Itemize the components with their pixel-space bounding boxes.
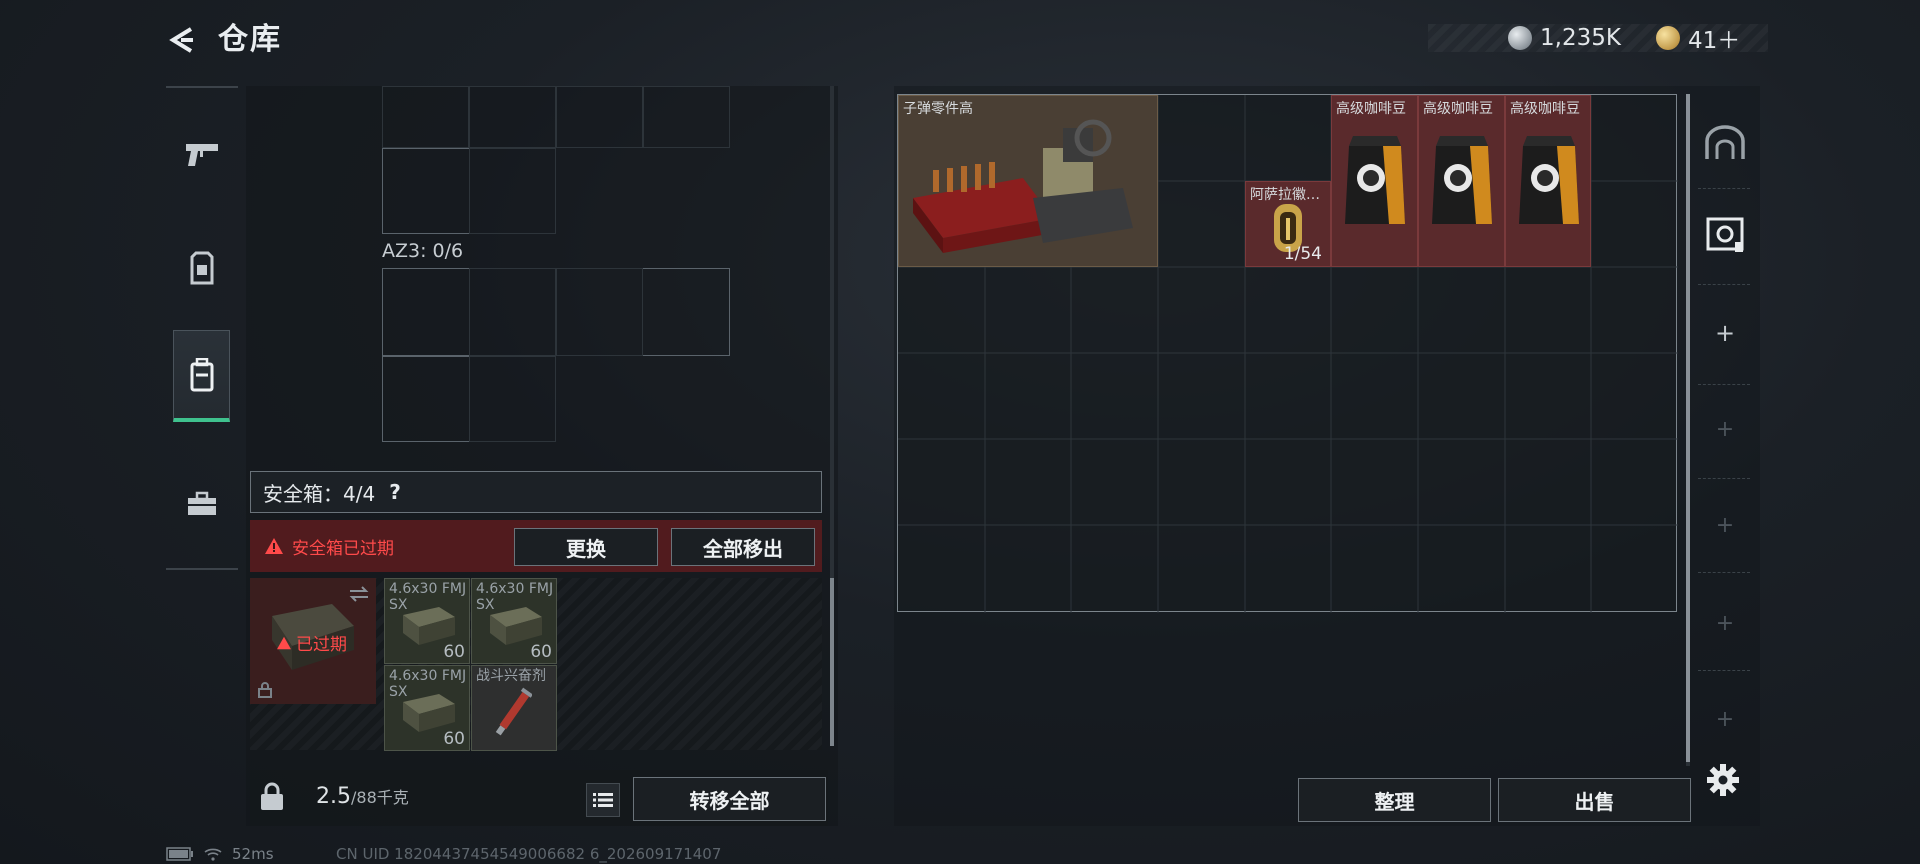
coffee-bag-icon: [1519, 136, 1579, 224]
expired-badge: 已过期: [296, 635, 347, 655]
add-storage-button[interactable]: +: [1700, 404, 1750, 454]
status-bar: 52ms: [166, 845, 274, 863]
ammo-slot[interactable]: 4.6x30 FMJ SX 60: [471, 578, 557, 664]
back-button[interactable]: [160, 18, 204, 62]
item-name: 子弹零件高: [903, 101, 973, 117]
settings-button[interactable]: [1703, 760, 1743, 800]
ammo-count: 60: [443, 642, 465, 662]
ping-text: 52ms: [232, 845, 274, 863]
gold-amount: 41＋: [1688, 28, 1741, 54]
transfer-all-button[interactable]: 转移全部: [633, 777, 826, 821]
bullet-parts-icon: [913, 119, 1133, 253]
add-storage-button[interactable]: +: [1700, 308, 1750, 358]
gear-icon: [1707, 764, 1739, 796]
storage-tab-main[interactable]: [1700, 118, 1750, 168]
currency-silver: 1,235K: [1508, 22, 1621, 54]
replace-button[interactable]: 更换: [514, 528, 658, 566]
help-icon[interactable]: ?: [389, 480, 401, 504]
silver-coin-icon: [1508, 26, 1532, 50]
lock-icon: [258, 682, 272, 698]
coffee-bag-icon: [1432, 136, 1492, 224]
ammo-count: 60: [530, 642, 552, 662]
safe-box-header: 安全箱：4/4 ?: [250, 471, 822, 513]
add-storage-button[interactable]: +: [1700, 500, 1750, 550]
ammo-name: 4.6x30 FMJ SX: [476, 581, 554, 613]
list-view-button[interactable]: [586, 783, 620, 817]
az3-label: AZ3: 0/6: [382, 240, 464, 262]
ammo-name: 4.6x30 FMJ SX: [389, 668, 467, 700]
page-title: 仓库: [218, 22, 282, 57]
storage-item-bullet-parts[interactable]: 子弹零件高: [898, 95, 1158, 267]
armor-vest-icon: [190, 251, 214, 285]
list-icon: [593, 793, 613, 807]
wifi-icon: [204, 848, 222, 861]
ammo-slot[interactable]: 4.6x30 FMJ SX 60: [384, 578, 470, 664]
battery-icon: [166, 847, 193, 861]
warehouse-icon: [1705, 125, 1745, 159]
nav-toolbox[interactable]: [166, 458, 238, 550]
sort-button[interactable]: 整理: [1298, 778, 1491, 822]
add-storage-button[interactable]: +: [1700, 598, 1750, 648]
safe-box-label: 安全箱：4/4: [263, 481, 376, 506]
toolbox-icon: [188, 491, 216, 515]
pistol-icon: [186, 144, 218, 166]
left-scrollbar[interactable]: [830, 86, 834, 746]
weight-max: /88千克: [351, 788, 409, 807]
item-name: 高级咖啡豆: [1510, 101, 1580, 117]
nav-backpack[interactable]: [173, 330, 230, 422]
weight-text: 2.5/88千克: [316, 784, 409, 809]
storage-grid[interactable]: 子弹零件高 阿萨拉徽… 1/54 高级咖啡豆 高级咖啡豆 高级咖啡豆: [897, 94, 1678, 613]
uid-text: CN UID 18204437454549006682 6_2026091714…: [336, 845, 722, 863]
item-count: 1/54: [1283, 244, 1322, 264]
nav-armor[interactable]: [166, 222, 238, 314]
nav-weapon[interactable]: [166, 108, 238, 200]
stimulant-slot[interactable]: 战斗兴奋剂: [471, 665, 557, 751]
safe-case-slot[interactable]: 已过期: [250, 578, 376, 704]
coffee-bag-icon: [1345, 136, 1405, 224]
item-name: 高级咖啡豆: [1423, 101, 1493, 117]
item-name: 阿萨拉徽…: [1250, 187, 1320, 203]
storage-item-coffee[interactable]: 高级咖啡豆: [1331, 95, 1418, 267]
backpack-lock-icon[interactable]: [258, 782, 286, 816]
swap-icon[interactable]: [348, 586, 370, 602]
syringe-icon: [495, 687, 532, 736]
currency-gold[interactable]: 41＋: [1656, 22, 1740, 54]
left-nav: [166, 86, 238, 570]
safe-icon: [1706, 217, 1744, 252]
warning-icon: [265, 538, 283, 554]
remove-all-button[interactable]: 全部移出: [671, 528, 815, 566]
add-storage-button[interactable]: +: [1700, 694, 1750, 744]
ammo-count: 60: [443, 729, 465, 749]
storage-item-coffee[interactable]: 高级咖啡豆: [1418, 95, 1505, 267]
warning-icon: [277, 636, 291, 649]
ammo-name: 4.6x30 FMJ SX: [389, 581, 467, 613]
storage-item-coffee[interactable]: 高级咖啡豆: [1505, 95, 1591, 267]
item-name: 高级咖啡豆: [1336, 101, 1406, 117]
storage-scrollbar[interactable]: [1686, 94, 1690, 766]
ammo-slot[interactable]: 4.6x30 FMJ SX 60: [384, 665, 470, 751]
sell-button[interactable]: 出售: [1498, 778, 1691, 822]
storage-item-badge[interactable]: 阿萨拉徽… 1/54: [1245, 181, 1331, 267]
expired-warning-text: 安全箱已过期: [292, 538, 394, 559]
back-arrow-icon: [169, 27, 193, 53]
gold-coin-icon: [1656, 26, 1680, 50]
weight-current: 2.5: [316, 784, 351, 809]
silver-amount: 1,235K: [1540, 25, 1621, 51]
backpack-icon: [190, 357, 213, 391]
stimulant-name: 战斗兴奋剂: [476, 668, 546, 684]
storage-tab-special[interactable]: [1700, 210, 1750, 260]
